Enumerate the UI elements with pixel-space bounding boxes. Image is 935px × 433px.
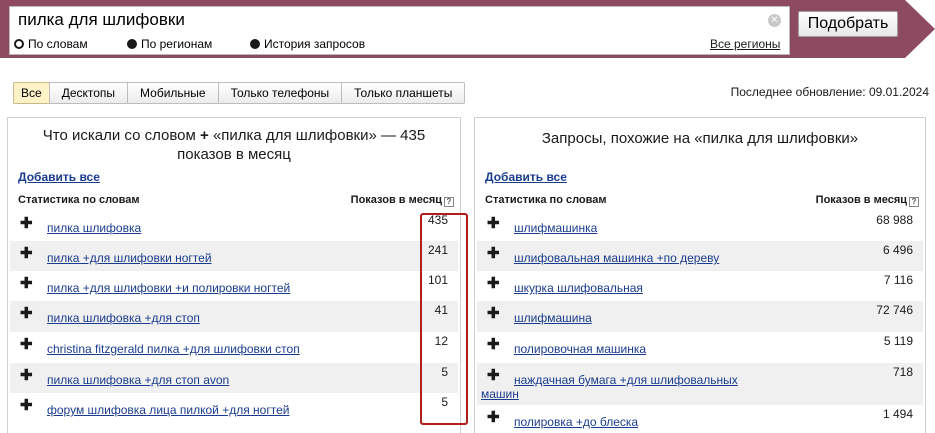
col-shows-header: Показов в месяц?: [816, 194, 919, 207]
plus-icon[interactable]: ✚: [20, 368, 33, 383]
phrase-link[interactable]: шлифмашина: [514, 311, 592, 325]
right-panel-title: Запросы, похожие на «пилка для шлифовки»: [541, 130, 859, 147]
plus-icon[interactable]: ✚: [20, 276, 33, 291]
plus-icon[interactable]: ✚: [20, 337, 33, 352]
right-panel: Запросы, похожие на «пилка для шлифовки»…: [474, 117, 926, 433]
plus-icon[interactable]: ✚: [487, 337, 500, 352]
table-row: ✚ полировка +до блеска 1 494: [477, 405, 923, 433]
table-row: ✚ полировочная машинка 5 119: [477, 332, 923, 363]
plus-icon[interactable]: ✚: [20, 216, 33, 231]
tab-tablets-only[interactable]: Только планшеты: [341, 82, 466, 104]
count-value: 718: [892, 365, 913, 379]
add-all-link[interactable]: Добавить все: [485, 170, 567, 184]
search-bar: пилка для шлифовки ✕ По словам По регион…: [0, 0, 935, 58]
phrase-link[interactable]: пилка +для шлифовки +и полировки ногтей: [47, 281, 290, 295]
col-words-header: Статистика по словам: [18, 194, 140, 206]
search-input[interactable]: пилка для шлифовки: [9, 6, 790, 34]
clear-icon[interactable]: ✕: [768, 14, 781, 27]
radio-icon: [250, 39, 260, 49]
tab-all[interactable]: Все: [13, 82, 50, 104]
phrase-link[interactable]: шлифовальная машинка +по дереву: [514, 251, 719, 265]
column-headers: Статистика по словам Показов в месяц?: [485, 194, 919, 210]
phrase-link[interactable]: christina fitzgerald пилка +для шлифовки…: [47, 342, 300, 356]
count-value: 1 494: [882, 407, 913, 421]
right-rows: ✚ шлифмашинка 68 988 ✚ шлифовальная маши…: [477, 211, 923, 433]
phrase-link[interactable]: пилка шлифовка +для стоп avon: [47, 373, 229, 387]
plus-icon[interactable]: ✚: [487, 246, 500, 261]
submit-button[interactable]: Подобрать: [798, 11, 898, 37]
phrase-link[interactable]: пилка шлифовка +для стоп: [47, 311, 200, 325]
highlight-box: [420, 213, 468, 425]
radio-label: По словам: [28, 37, 88, 51]
table-row: ✚ форум шлифовка лица пилкой +для ногтей…: [10, 393, 458, 423]
table-row: ✚ шлифмашинка 68 988: [477, 211, 923, 241]
search-options: По словам По регионам История запросов В…: [9, 34, 790, 55]
radio-label: История запросов: [264, 37, 366, 51]
plus-icon[interactable]: ✚: [20, 398, 33, 413]
plus-icon[interactable]: ✚: [487, 306, 500, 321]
phrase-link[interactable]: полировка +до блеска: [514, 415, 638, 429]
col-shows-label: Показов в месяц: [815, 194, 907, 206]
table-row: ✚ шлифмашина 72 746: [477, 301, 923, 332]
radio-by-regions[interactable]: По регионам: [127, 37, 212, 51]
tab-mobile[interactable]: Мобильные: [127, 82, 219, 104]
table-row: ✚ шкурка шлифовальная 7 116: [477, 271, 923, 301]
tab-desktops[interactable]: Десктопы: [48, 82, 129, 104]
count-value: 68 988: [876, 213, 913, 227]
count-value: 5 119: [883, 334, 913, 348]
radio-query-history[interactable]: История запросов: [250, 37, 365, 51]
left-rows: ✚ пилка шлифовка 435 ✚ пилка +для шлифов…: [10, 211, 458, 423]
plus-icon[interactable]: ✚: [487, 216, 500, 231]
all-regions-link[interactable]: Все регионы: [710, 37, 780, 51]
phrase-link-continued[interactable]: машин: [481, 387, 519, 401]
table-row: ✚ пилка +для шлифовки +и полировки ногте…: [10, 271, 458, 301]
phrase-link[interactable]: наждачная бумага +для шлифовальных: [514, 373, 738, 387]
help-icon[interactable]: ?: [444, 197, 454, 207]
title-part1: Что искали со словом: [42, 127, 196, 144]
tab-phones-only[interactable]: Только телефоны: [217, 82, 343, 104]
table-row: ✚ пилка шлифовка 435: [10, 211, 458, 241]
help-icon[interactable]: ?: [909, 197, 919, 207]
last-update-text: Последнее обновление: 09.01.2024: [730, 85, 929, 99]
col-words-header: Статистика по словам: [485, 194, 607, 206]
count-value: 6 496: [882, 243, 913, 257]
table-row: ✚ пилка шлифовка +для стоп 41: [10, 301, 458, 332]
device-tabs: Все Десктопы Мобильные Только телефоны Т…: [13, 82, 466, 104]
phrase-link[interactable]: пилка +для шлифовки ногтей: [47, 251, 212, 265]
left-panel: Что искали со словом + «пилка для шлифов…: [7, 117, 468, 433]
plus-icon: +: [200, 127, 209, 144]
table-row: ✚ пилка шлифовка +для стоп avon 5: [10, 363, 458, 393]
radio-icon: [127, 39, 137, 49]
radio-icon: [14, 39, 24, 49]
plus-icon[interactable]: ✚: [20, 306, 33, 321]
col-shows-label: Показов в месяц: [350, 194, 442, 206]
plus-icon[interactable]: ✚: [487, 276, 500, 291]
count-value: 72 746: [876, 303, 913, 317]
table-row: ✚ пилка +для шлифовки ногтей 241: [10, 241, 458, 271]
phrase-link[interactable]: полировочная машинка: [514, 342, 646, 356]
count-value: 7 116: [883, 273, 913, 287]
radio-label: По регионам: [141, 37, 213, 51]
title-part2: «пилка для шлифовки» — 435 показов в мес…: [177, 127, 426, 163]
col-shows-header: Показов в месяц?: [351, 194, 454, 207]
table-row: ✚ шлифовальная машинка +по дереву 6 496: [477, 241, 923, 271]
phrase-link[interactable]: форум шлифовка лица пилкой +для ногтей: [47, 403, 289, 417]
plus-icon[interactable]: ✚: [487, 368, 500, 383]
phrase-link[interactable]: шлифмашинка: [514, 221, 597, 235]
column-headers: Статистика по словам Показов в месяц?: [18, 194, 454, 210]
plus-icon[interactable]: ✚: [20, 246, 33, 261]
radio-by-words[interactable]: По словам: [14, 37, 88, 51]
phrase-link[interactable]: пилка шлифовка: [47, 221, 141, 235]
table-row: ✚ наждачная бумага +для шлифовальных маш…: [477, 363, 923, 405]
phrase-link[interactable]: шкурка шлифовальная: [514, 281, 643, 295]
plus-icon[interactable]: ✚: [487, 410, 500, 425]
add-all-link[interactable]: Добавить все: [18, 170, 100, 184]
table-row: ✚ christina fitzgerald пилка +для шлифов…: [10, 332, 458, 363]
left-panel-title: Что искали со словом + «пилка для шлифов…: [18, 126, 450, 164]
